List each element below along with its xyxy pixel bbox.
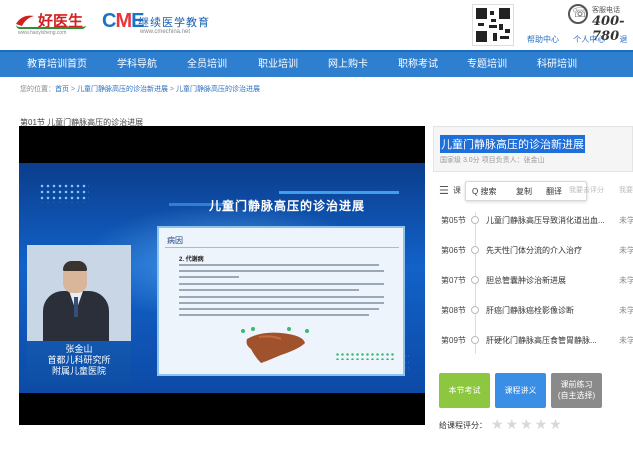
action-buttons: 本节考试 课程讲义 课前练习 (自主选择) [439, 373, 633, 409]
nav-item-vocational[interactable]: 职业培训 [258, 52, 298, 77]
hotline: 客服电话 400-780 [568, 4, 633, 44]
breadcrumb-sep: > [167, 86, 176, 93]
cme-title: 继续医学教育 [138, 17, 210, 29]
rate-course-link-2[interactable]: 我要 [619, 185, 633, 195]
nav-item-buy-card[interactable]: 网上购卡 [328, 52, 368, 77]
lesson-item[interactable]: 第05节 儿童门静脉高压导致消化道出血... 未学 [433, 206, 633, 236]
video-player[interactable]: 儿童门静脉高压的诊治进展 病因 2. 代谢病 张金山 首都儿科研究所 附属儿童医… [19, 126, 425, 425]
nav-item-topics[interactable]: 专题培训 [467, 52, 507, 77]
popup-translate-button[interactable]: 翻译 [546, 186, 562, 197]
personal-center-link[interactable]: 个人中心 [573, 35, 605, 44]
list-icon[interactable]: ☰ [439, 184, 449, 197]
lesson-item[interactable]: 第06节 先天性门体分流的介入治疗 未学 [433, 236, 633, 266]
presenter-name: 张金山 [65, 344, 93, 354]
tab-lessons[interactable]: 课 [453, 185, 461, 196]
video-frame: 儿童门静脉高压的诊治进展 病因 2. 代谢病 张金山 首都儿科研究所 附属儿童医… [19, 163, 425, 393]
cme-url: www.cmechina.net [140, 29, 191, 35]
breadcrumb-home[interactable]: 首页 [55, 86, 69, 93]
logo-swoosh [16, 25, 86, 29]
slide-title: 儿童门静脉高压的诊治进展 [209, 199, 366, 213]
help-center-link[interactable]: 帮助中心 [527, 35, 559, 44]
lecture-slide: 病因 2. 代谢病 [157, 226, 405, 376]
rating-stars-icon[interactable]: ★★★★★ [491, 416, 564, 433]
lesson-item[interactable]: 第08节 肝癌门静脉癌栓影像诊断 未学 [433, 296, 633, 326]
course-panel: 儿童门静脉高压的诊治新进展 国家级 3.0分 项目负责人：张金山 ☰ 课 Q 搜… [433, 126, 633, 456]
cme-logo[interactable]: CME 继续医学教育 www.cmechina.net [102, 8, 222, 42]
course-rating: 给课程评分： ★★★★★ [439, 416, 633, 433]
site-header: 好医生 www.haoyisheng.com CME 继续医学教育 www.cm… [0, 0, 633, 50]
nav-item-title-exam[interactable]: 职称考试 [398, 52, 438, 77]
course-meta: 国家级 3.0分 项目负责人：张金山 [440, 157, 545, 164]
breadcrumb: 您的位置：首页 > 儿童门静脉高压的诊治新进展 > 儿童门静脉高压的诊治进展 [20, 84, 260, 94]
status-dot-icon [471, 276, 479, 284]
slide-subheading: 2. 代谢病 [179, 257, 204, 263]
main-nav: 教育培训首页 学科导航 全员培训 职业培训 网上购卡 职称考试 专题培训 科研培… [0, 50, 633, 77]
course-handout-button[interactable]: 课程讲义 [495, 373, 546, 408]
course-title: 儿童门静脉高压的诊治新进展 [440, 135, 585, 153]
lesson-item[interactable]: 第07节 胆总管囊肿诊治新进展 未学 [433, 266, 633, 296]
breadcrumb-prefix: 您的位置： [20, 86, 55, 93]
pre-class-practice-button[interactable]: 课前练习 (自主选择) [551, 373, 602, 408]
slide-heading: 病因 [167, 236, 183, 245]
popup-search-button[interactable]: Q 搜索 [472, 186, 496, 197]
breadcrumb-sep: > [69, 86, 77, 93]
status-dot-icon [471, 246, 479, 254]
liver-illustration-icon [241, 327, 309, 363]
logo-url: www.haoyisheng.com [18, 30, 67, 36]
lesson-exam-button[interactable]: 本节考试 [439, 373, 490, 408]
header-links: 帮助中心 个人中心 退 [527, 34, 633, 45]
status-dot-icon [471, 216, 479, 224]
nav-item-subjects[interactable]: 学科导航 [117, 52, 157, 77]
nav-item-all-staff[interactable]: 全员培训 [187, 52, 227, 77]
rating-label: 给课程评分： [439, 421, 487, 430]
course-header: 儿童门静脉高压的诊治新进展 国家级 3.0分 项目负责人：张金山 [433, 126, 633, 172]
status-dot-icon [471, 336, 479, 344]
breadcrumb-course[interactable]: 儿童门静脉高压的诊治新进展 [77, 86, 168, 93]
presenter-org: 首都儿科研究所 附属儿童医院 [47, 355, 111, 376]
lesson-item[interactable]: 第09节 肝硬化门静脉高压食管胃静脉... 未学 [433, 326, 633, 356]
status-dot-icon [471, 306, 479, 314]
haoyisheng-logo[interactable]: 好医生 www.haoyisheng.com [14, 8, 92, 40]
phone-icon [568, 4, 588, 24]
course-toolbar: ☰ 课 Q 搜索 复制 翻译 我要去评分 我要 [433, 181, 633, 201]
presenter-video: 张金山 首都儿科研究所 附属儿童医院 [27, 245, 131, 385]
popup-copy-button[interactable]: 复制 [516, 186, 532, 197]
nav-item-home[interactable]: 教育培训首页 [27, 52, 87, 77]
rate-course-link[interactable]: 我要去评分 [569, 185, 604, 195]
qr-code [472, 4, 514, 46]
breadcrumb-current[interactable]: 儿童门静脉高压的诊治进展 [176, 86, 260, 93]
logout-link[interactable]: 退 [619, 35, 627, 44]
nav-item-research[interactable]: 科研培训 [537, 52, 577, 77]
